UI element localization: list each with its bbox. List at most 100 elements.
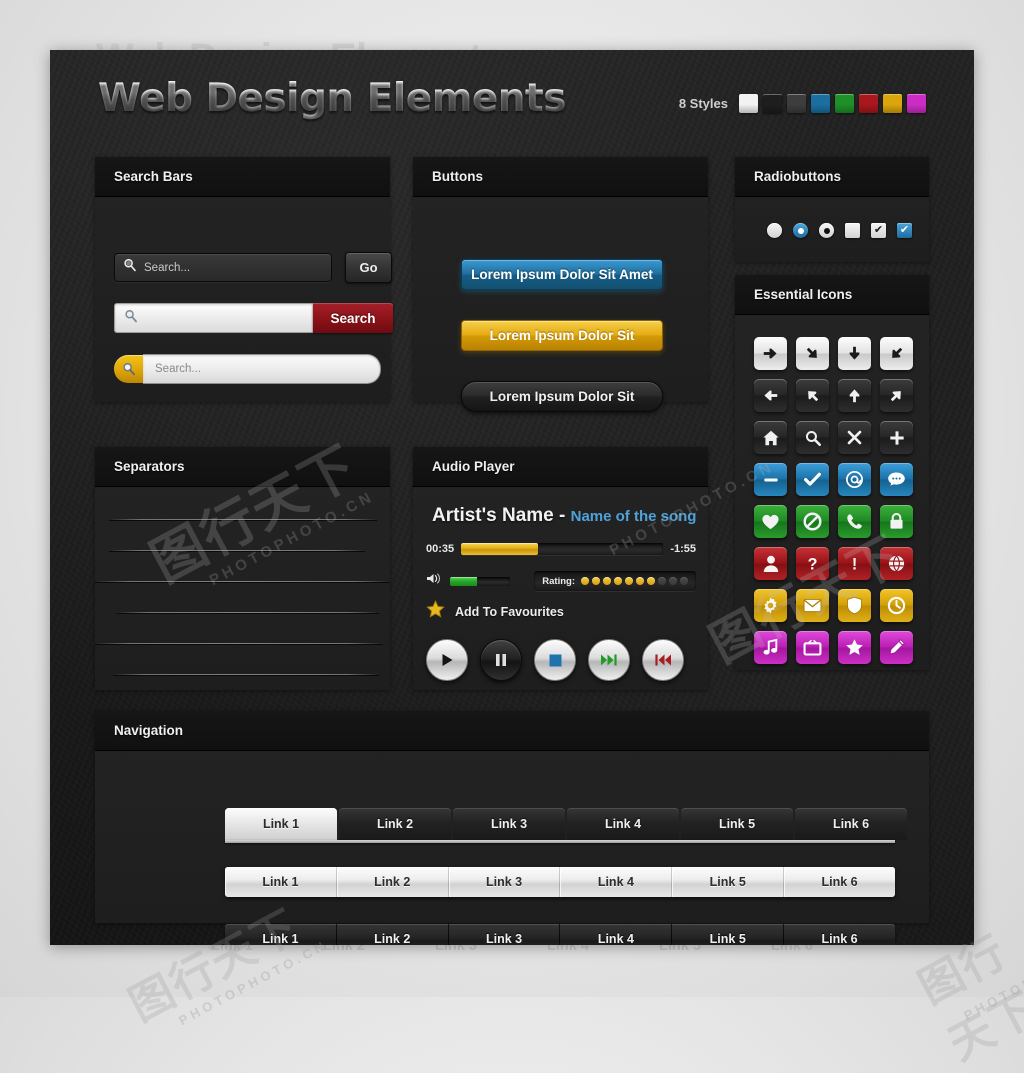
globe-icon[interactable]: [880, 547, 913, 580]
checkbox-checked-blue[interactable]: ✔: [897, 223, 912, 238]
arrow-down-left-icon[interactable]: [880, 337, 913, 370]
rating-dot[interactable]: [647, 577, 655, 585]
rating-dot[interactable]: [658, 577, 666, 585]
home-icon[interactable]: [754, 421, 787, 454]
nav-dark-link-link-4[interactable]: Link 4: [560, 924, 673, 945]
arrow-up-right-icon[interactable]: [880, 379, 913, 412]
nav-light-link-link-6[interactable]: Link 6: [784, 867, 895, 897]
button-primary-dark[interactable]: Lorem Ipsum Dolor Sit: [461, 381, 663, 412]
arrow-left-icon[interactable]: [754, 379, 787, 412]
checkbox-unchecked[interactable]: [845, 223, 860, 238]
nav-dark-link-link-5[interactable]: Link 5: [672, 924, 785, 945]
style-swatch-2[interactable]: [763, 94, 782, 113]
radio-selected-dark[interactable]: [819, 223, 834, 238]
arrow-down-icon[interactable]: [838, 337, 871, 370]
rating-dot[interactable]: [625, 577, 633, 585]
phone-icon[interactable]: [838, 505, 871, 538]
separator-rule: [95, 643, 383, 644]
nav-light-link-link-4[interactable]: Link 4: [560, 867, 673, 897]
nav-tab-link-4[interactable]: Link 4: [567, 808, 679, 840]
style-swatch-1[interactable]: [739, 94, 758, 113]
radio-dot: [797, 227, 804, 234]
pencil-icon[interactable]: [880, 631, 913, 664]
search-placeholder-dark: Search...: [144, 261, 191, 274]
nav-tab-link-3[interactable]: Link 3: [453, 808, 565, 840]
chat-bubble-icon[interactable]: [880, 463, 913, 496]
search-button-red[interactable]: Search: [313, 303, 393, 333]
rating-dot[interactable]: [581, 577, 589, 585]
go-button[interactable]: Go: [345, 252, 392, 283]
search-input-light[interactable]: [114, 303, 313, 333]
speaker-icon[interactable]: [426, 572, 441, 590]
progress-slider[interactable]: [461, 543, 664, 555]
no-entry-icon[interactable]: [796, 505, 829, 538]
nav-light-link-link-2[interactable]: Link 2: [337, 867, 449, 897]
style-swatch-8[interactable]: [907, 94, 926, 113]
clock-icon[interactable]: [880, 589, 913, 622]
rating-control[interactable]: Rating:: [534, 571, 696, 591]
style-swatch-5[interactable]: [835, 94, 854, 113]
search-icon[interactable]: [114, 355, 143, 383]
user-icon[interactable]: [754, 547, 787, 580]
nav-light-link-link-1[interactable]: Link 1: [225, 867, 337, 897]
heart-icon[interactable]: [754, 505, 787, 538]
shield-icon[interactable]: [838, 589, 871, 622]
nav-dark-link-link-1[interactable]: Link 1: [225, 924, 337, 945]
volume-slider[interactable]: [450, 576, 510, 586]
check-icon[interactable]: [796, 463, 829, 496]
arrow-right-icon[interactable]: [754, 337, 787, 370]
plus-icon[interactable]: [880, 421, 913, 454]
previous-button[interactable]: [642, 639, 684, 681]
music-note-icon[interactable]: [754, 631, 787, 664]
pause-button[interactable]: [480, 639, 522, 681]
arrow-down-right-icon[interactable]: [796, 337, 829, 370]
rating-dot[interactable]: [636, 577, 644, 585]
star-icon[interactable]: [838, 631, 871, 664]
rating-dot[interactable]: [592, 577, 600, 585]
rating-dot[interactable]: [680, 577, 688, 585]
nav-tab-link-1[interactable]: Link 1: [225, 808, 337, 840]
at-sign-icon[interactable]: [838, 463, 871, 496]
style-swatch-4[interactable]: [811, 94, 830, 113]
next-button[interactable]: [588, 639, 630, 681]
nav-tab-link-5[interactable]: Link 5: [681, 808, 793, 840]
rating-dot[interactable]: [603, 577, 611, 585]
add-to-favourites-button[interactable]: Add To Favourites: [426, 600, 564, 624]
question-mark-icon[interactable]: ?: [796, 547, 829, 580]
nav-light-link-link-3[interactable]: Link 3: [449, 867, 561, 897]
envelope-icon[interactable]: [796, 589, 829, 622]
arrow-up-left-icon[interactable]: [796, 379, 829, 412]
search-input-dark[interactable]: Search...: [114, 253, 332, 282]
radio-selected-blue[interactable]: [793, 223, 808, 238]
rating-dots[interactable]: [581, 577, 688, 585]
nav-tab-link-2[interactable]: Link 2: [339, 808, 451, 840]
style-swatch-3[interactable]: [787, 94, 806, 113]
search-icon[interactable]: [796, 421, 829, 454]
minus-icon[interactable]: [754, 463, 787, 496]
nav-tab-link-6[interactable]: Link 6: [795, 808, 907, 840]
gear-icon[interactable]: [754, 589, 787, 622]
button-primary-gold[interactable]: Lorem Ipsum Dolor Sit: [461, 320, 663, 351]
search-bar-round-row: Search...: [114, 354, 381, 384]
style-swatch-6[interactable]: [859, 94, 878, 113]
television-icon[interactable]: [796, 631, 829, 664]
rating-dot[interactable]: [669, 577, 677, 585]
search-input-round[interactable]: Search...: [143, 354, 381, 384]
exclamation-icon[interactable]: !: [838, 547, 871, 580]
nav-dark-link-link-3[interactable]: Link 3: [449, 924, 561, 945]
panel-separators: Separators: [95, 447, 390, 690]
style-swatch-7[interactable]: [883, 94, 902, 113]
nav-light-link-link-5[interactable]: Link 5: [672, 867, 785, 897]
close-icon[interactable]: [838, 421, 871, 454]
stop-button[interactable]: [534, 639, 576, 681]
nav-dark-link-link-6[interactable]: Link 6: [784, 924, 895, 945]
separator-line: [109, 519, 377, 520]
arrow-up-icon[interactable]: [838, 379, 871, 412]
checkbox-checked-dark[interactable]: ✔: [871, 223, 886, 238]
rating-dot[interactable]: [614, 577, 622, 585]
radio-unselected[interactable]: [767, 223, 782, 238]
lock-icon[interactable]: [880, 505, 913, 538]
nav-dark-link-link-2[interactable]: Link 2: [337, 924, 449, 945]
button-primary-blue[interactable]: Lorem Ipsum Dolor Sit Amet: [461, 259, 663, 290]
play-button[interactable]: [426, 639, 468, 681]
